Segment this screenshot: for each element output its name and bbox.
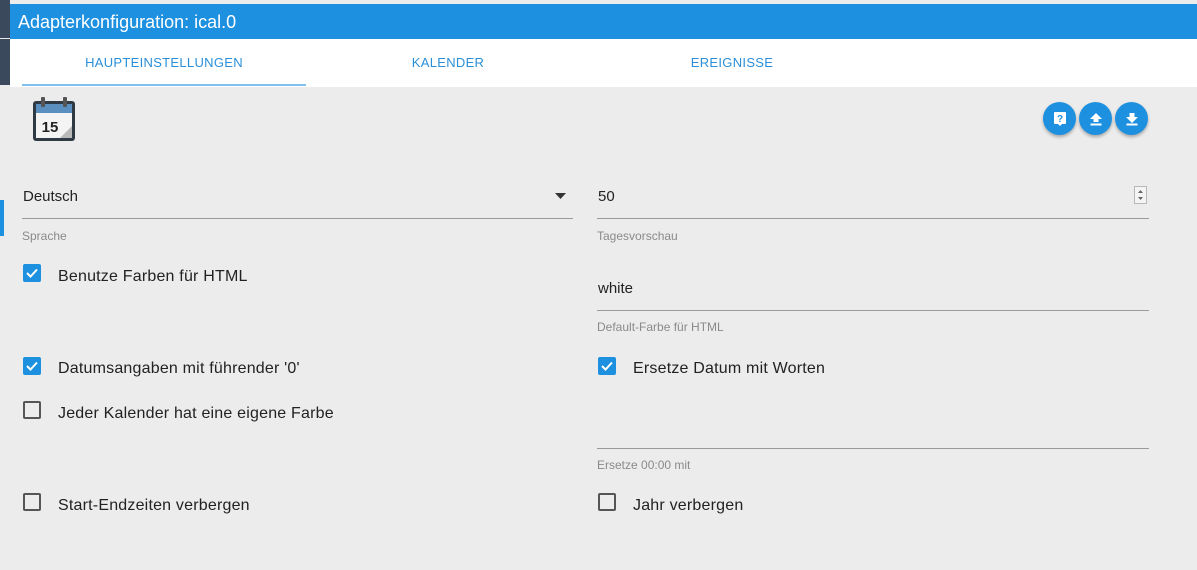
active-tab-indicator [22, 84, 306, 86]
tab-haupteinstellungen[interactable]: HAUPTEINSTELLUNGEN [22, 39, 306, 87]
help-button[interactable]: ? [1043, 102, 1076, 135]
left-edge-dark [0, 0, 10, 85]
help-icon: ? [1053, 111, 1066, 126]
default-color-underline [597, 310, 1149, 311]
language-select-value[interactable]: Deutsch [23, 188, 78, 205]
leading-zero-checkbox[interactable] [23, 357, 41, 375]
left-edge [0, 0, 10, 570]
default-color-helper: Default-Farbe für HTML [597, 320, 724, 334]
tab-bar: HAUPTEINSTELLUNGEN KALENDER EREIGNISSE [10, 39, 1197, 87]
replace-midnight-helper: Ersetze 00:00 mit [597, 458, 691, 472]
use-colors-checkbox[interactable] [23, 264, 41, 282]
calendar-icon: 15 [30, 95, 78, 143]
tab-ereignisse[interactable]: EREIGNISSE [590, 39, 874, 87]
download-icon [1125, 112, 1138, 125]
stepper-arrows-icon [1138, 190, 1143, 200]
hide-times-checkbox[interactable] [23, 493, 41, 511]
days-preview-helper: Tagesvorschau [597, 229, 678, 243]
svg-text:?: ? [1056, 114, 1062, 125]
hide-year-label: Jahr verbergen [633, 497, 744, 514]
chevron-down-icon[interactable] [555, 193, 566, 199]
replace-midnight-underline [597, 448, 1149, 449]
upload-button[interactable] [1079, 102, 1112, 135]
checkmark-icon [26, 268, 38, 278]
days-preview-input[interactable]: 50 [598, 188, 615, 205]
hide-times-label: Start-Endzeiten verbergen [58, 497, 250, 514]
language-select-underline [22, 218, 573, 219]
replace-date-label: Ersetze Datum mit Worten [633, 360, 826, 377]
language-helper: Sprache [22, 229, 67, 243]
left-edge-line [0, 38, 10, 39]
days-preview-underline [597, 218, 1149, 219]
leading-zero-label: Datumsangaben mit führender '0' [58, 360, 300, 377]
replace-date-checkbox[interactable] [598, 357, 616, 375]
calendar-day: 15 [42, 119, 59, 136]
own-color-label: Jeder Kalender hat eine eigene Farbe [58, 405, 334, 422]
tab-kalender[interactable]: KALENDER [306, 39, 590, 87]
hide-year-checkbox[interactable] [598, 493, 616, 511]
upload-icon [1089, 112, 1102, 125]
download-button[interactable] [1115, 102, 1148, 135]
own-color-checkbox[interactable] [23, 401, 41, 419]
use-colors-label: Benutze Farben für HTML [58, 268, 248, 285]
default-color-input[interactable]: white [598, 280, 633, 297]
checkmark-icon [601, 361, 613, 371]
number-stepper[interactable] [1134, 186, 1147, 204]
left-edge-accent [0, 200, 4, 236]
dialog-title: Adapterkonfiguration: ical.0 [10, 4, 1197, 39]
checkmark-icon [26, 361, 38, 371]
